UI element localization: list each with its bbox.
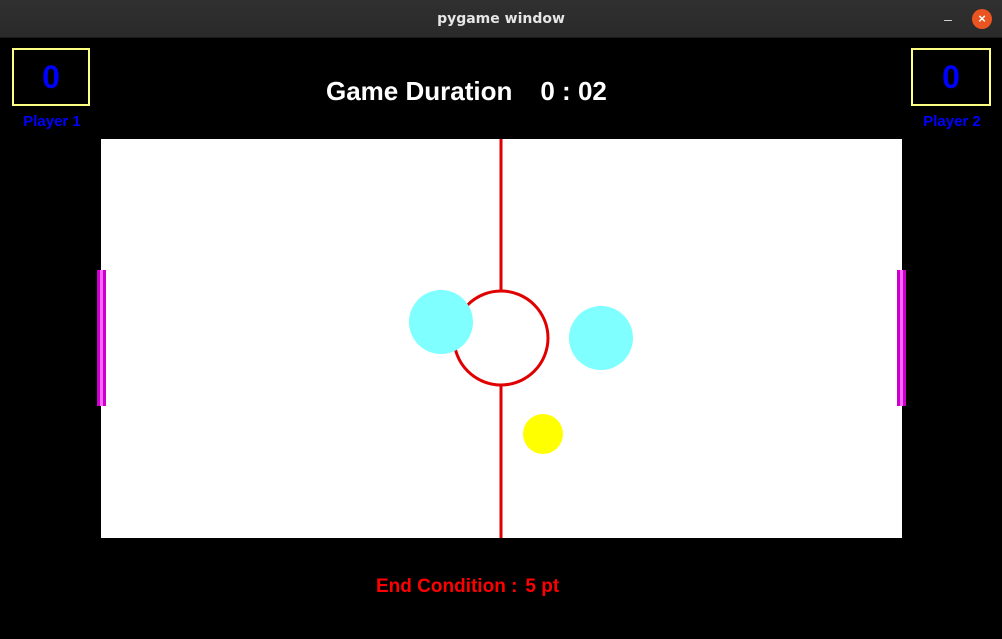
player2-score: 0: [911, 48, 991, 106]
close-button[interactable]: ×: [972, 9, 992, 29]
player2-label: Player 2: [923, 113, 981, 130]
rink-canvas[interactable]: [101, 139, 902, 538]
puck: [523, 414, 563, 454]
game-duration-label: Game Duration: [326, 76, 513, 106]
window-title: pygame window: [437, 11, 565, 27]
right-goal: [897, 270, 906, 406]
left-goal: [97, 270, 106, 406]
minimize-button[interactable]: –: [938, 9, 958, 29]
player1-label: Player 1: [23, 113, 81, 130]
end-condition: End Condition : 5 pt: [376, 576, 559, 598]
player1-mallet[interactable]: [409, 290, 473, 354]
title-bar[interactable]: pygame window – ×: [0, 0, 1002, 38]
end-condition-value: 5 pt: [525, 576, 560, 597]
player2-mallet[interactable]: [569, 306, 633, 370]
game-window: pygame window – × 0 Player 1 0 Player 2 …: [0, 0, 1002, 639]
game-duration: Game Duration 0 : 02: [326, 76, 607, 107]
game-duration-value: 0 : 02: [540, 76, 607, 106]
rink[interactable]: [101, 139, 902, 538]
end-condition-label: End Condition :: [376, 576, 518, 597]
player1-score: 0: [12, 48, 90, 106]
